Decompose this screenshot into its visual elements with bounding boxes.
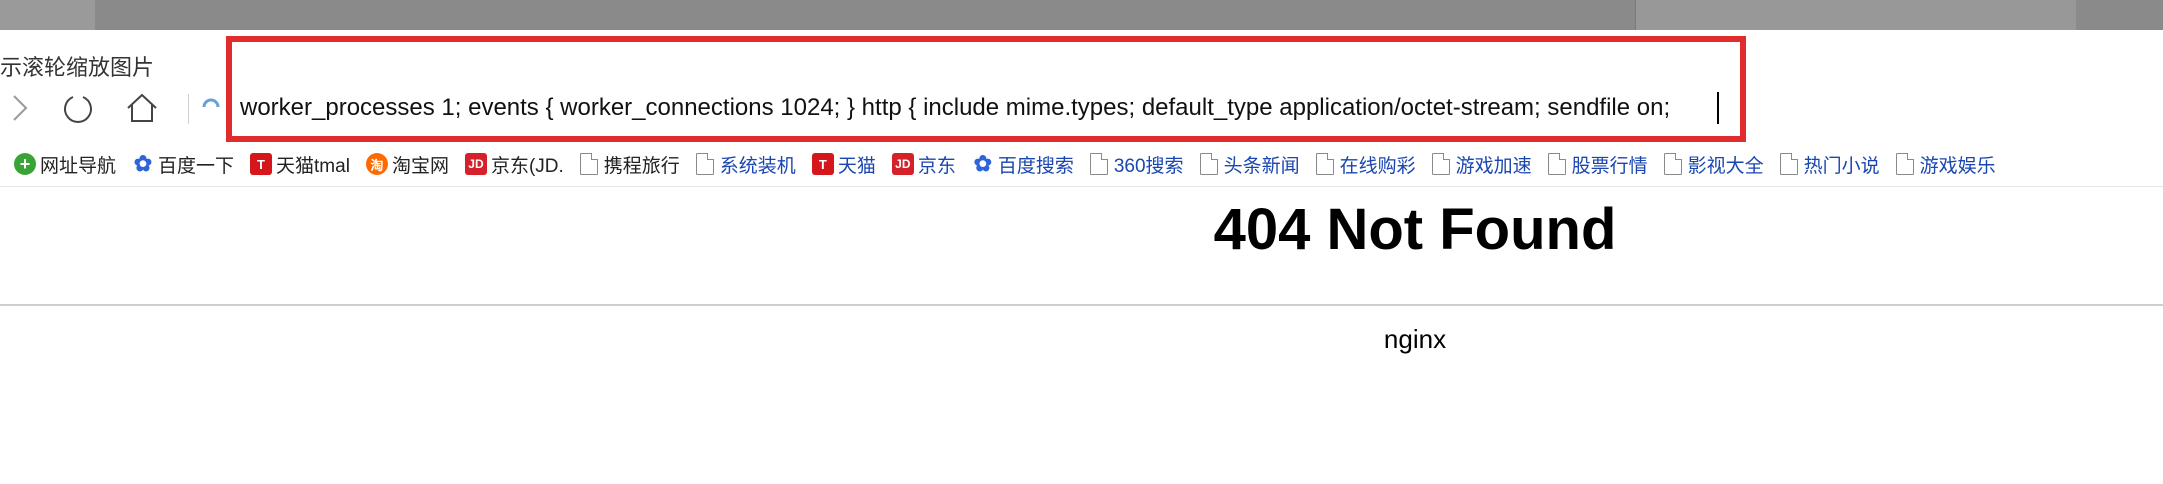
page-icon	[1895, 153, 1914, 175]
bookmark-label: 热门小说	[1803, 155, 1880, 177]
bookmark-item[interactable]: 股票行情	[1547, 151, 1648, 178]
tab-title[interactable]: 示滚轮缩放图片	[0, 50, 154, 82]
window-top-strip	[0, 0, 2163, 30]
bookmark-label: 京东(JD.	[490, 155, 564, 177]
bookmark-label: 网址导航	[40, 155, 117, 177]
bookmark-item[interactable]: ✿ 百度一下	[132, 151, 234, 178]
page-icon	[1663, 153, 1682, 175]
bookmark-item[interactable]: 360搜索	[1089, 151, 1184, 178]
bookmark-label: 影视大全	[1687, 155, 1764, 177]
bookmark-item[interactable]: 游戏加速	[1431, 151, 1532, 178]
page-icon	[1431, 153, 1450, 175]
server-signature: nginx	[1383, 324, 1447, 354]
refresh-icon	[64, 96, 92, 123]
bookmark-label: 携程旅行	[603, 155, 680, 177]
bookmark-label: 游戏娱乐	[1919, 155, 1996, 177]
green-plus-icon: +	[14, 153, 36, 175]
bookmark-label: 天猫	[837, 155, 876, 177]
bookmark-item[interactable]: 在线购彩	[1315, 151, 1416, 178]
forward-button[interactable]	[0, 88, 40, 128]
bookmark-label: 游戏加速	[1455, 155, 1532, 177]
bookmark-item[interactable]: 热门小说	[1779, 151, 1880, 178]
page-icon	[1199, 153, 1218, 175]
bookmark-label: 百度搜索	[997, 155, 1074, 177]
bookmark-item[interactable]: JD 京东(JD.	[464, 151, 564, 178]
horizontal-rule	[0, 304, 2163, 306]
refresh-button[interactable]	[58, 88, 98, 128]
bookmark-item[interactable]: 携程旅行	[579, 151, 680, 178]
page-icon	[1315, 153, 1334, 175]
bookmark-label: 在线购彩	[1339, 155, 1416, 177]
bookmark-label: 头条新闻	[1223, 155, 1300, 177]
bookmark-item[interactable]: 头条新闻	[1199, 151, 1300, 178]
loading-icon	[200, 96, 222, 118]
bookmark-item[interactable]: 系统装机	[695, 151, 796, 178]
bookmark-item[interactable]: T 天猫	[811, 151, 876, 178]
chevron-right-icon	[13, 95, 28, 121]
bookmark-item[interactable]: T 天猫tmal	[250, 151, 350, 178]
page-icon	[695, 153, 714, 175]
page-icon	[1779, 153, 1798, 175]
bookmark-label: 系统装机	[719, 155, 796, 177]
page-icon	[579, 153, 598, 175]
bookmarks-divider	[0, 186, 2163, 187]
bookmark-item[interactable]: JD 京东	[891, 151, 956, 178]
bookmark-label: 百度一下	[158, 155, 235, 177]
tmall-icon: T	[250, 153, 273, 175]
tmall-icon: T	[811, 153, 834, 175]
bookmark-item[interactable]: 淘淘宝网	[365, 151, 449, 178]
bookmarks-bar: + 网址导航 ✿ 百度一下 T 天猫tmal 淘淘宝网 JD 京东(JD. 携程旅行 系…	[0, 148, 2163, 180]
page-icon	[1089, 153, 1108, 175]
nav-separator	[188, 94, 189, 124]
bookmark-item[interactable]: ✿ 百度搜索	[972, 151, 1074, 178]
baidu-paw-icon: ✿	[133, 151, 153, 176]
address-bar-highlight	[226, 36, 1746, 142]
bookmark-label: 京东	[917, 155, 956, 177]
jd-icon: JD	[891, 153, 914, 175]
page-heading: 404 Not Found	[1213, 197, 1617, 262]
page-icon	[1547, 153, 1566, 175]
bookmark-label: 股票行情	[1571, 155, 1648, 177]
bookmark-item[interactable]: 游戏娱乐	[1895, 151, 1996, 178]
bookmark-item[interactable]: 影视大全	[1663, 151, 1764, 178]
bookmark-label: 天猫tmal	[276, 155, 350, 177]
window-strip-left	[0, 0, 95, 30]
bookmark-item[interactable]: + 网址导航	[14, 151, 116, 178]
home-button[interactable]	[122, 88, 162, 128]
bookmark-label: 360搜索	[1113, 155, 1184, 177]
home-icon	[127, 93, 157, 122]
bookmark-label: 淘宝网	[391, 155, 449, 177]
baidu-paw-icon: ✿	[973, 151, 993, 176]
window-strip-right	[1635, 0, 2076, 30]
taobao-icon: 淘	[365, 153, 388, 175]
jd-icon: JD	[464, 153, 487, 175]
